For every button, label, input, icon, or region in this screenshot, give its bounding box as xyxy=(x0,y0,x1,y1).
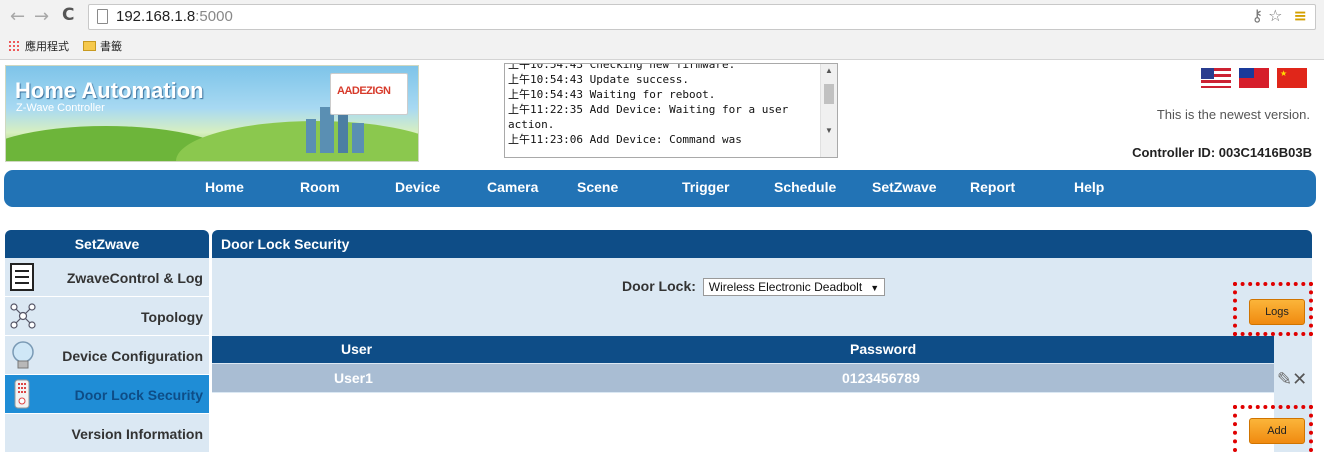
bookmark-folder-label: 書籤 xyxy=(100,41,122,53)
table-header: User Password xyxy=(212,336,1274,363)
table-footer-area xyxy=(212,393,1274,452)
forward-icon[interactable]: → xyxy=(34,6,49,27)
app-subtitle: Z-Wave Controller xyxy=(16,102,105,114)
main-nav: Home Room Device Camera Scene Trigger Sc… xyxy=(4,170,1316,207)
table-row[interactable]: User1 0123456789 xyxy=(212,364,1274,392)
nav-device[interactable]: Device xyxy=(395,179,440,195)
company-logo: AADEZIGN xyxy=(330,73,408,115)
star-icon[interactable]: ☆ xyxy=(1268,6,1282,25)
logo-text: AADEZIGN xyxy=(337,85,391,97)
us-flag-icon[interactable] xyxy=(1201,68,1231,88)
omnibox-icons: ⚷ ☆ ≡ xyxy=(1251,6,1307,25)
bookmark-apps[interactable]: 應用程式 xyxy=(8,38,69,54)
add-button[interactable]: Add xyxy=(1249,418,1305,444)
logs-button[interactable]: Logs xyxy=(1249,299,1305,325)
panel-title: Door Lock Security xyxy=(212,230,1312,258)
nav-help[interactable]: Help xyxy=(1074,179,1104,195)
bulb-icon xyxy=(12,341,34,369)
folder-icon xyxy=(83,41,96,51)
nav-report[interactable]: Report xyxy=(970,179,1015,195)
controller-id: Controller ID: 003C1416B03B xyxy=(1132,145,1312,160)
sidebar-item-label: Topology xyxy=(141,309,203,325)
cell-password: 0123456789 xyxy=(842,370,920,386)
sidebar-item-device-configuration[interactable]: Device Configuration xyxy=(5,336,209,375)
reload-icon[interactable]: C xyxy=(62,5,74,25)
app-title: Home Automation xyxy=(15,78,204,103)
sidebar-item-label: Device Configuration xyxy=(62,348,203,364)
cell-user: User1 xyxy=(334,370,373,386)
column-header-password: Password xyxy=(850,341,917,357)
sidebar-item-label: Door Lock Security xyxy=(74,387,203,403)
browser-toolbar: ← → C 192.168.1.8:5000 ⚷ ☆ ≡ 應用程式 書籤 xyxy=(0,0,1324,60)
bookmarks-bar: 應用程式 書籤 xyxy=(8,38,122,54)
header-banner: Home Automation Z-Wave Controller AADEZI… xyxy=(5,65,419,162)
door-lock-label: Door Lock: xyxy=(622,278,696,294)
banner-building xyxy=(306,119,316,153)
nav-scene[interactable]: Scene xyxy=(577,179,618,195)
scroll-thumb[interactable] xyxy=(824,84,834,104)
version-status: This is the newest version. xyxy=(1156,107,1310,122)
sidebar-title: SetZwave xyxy=(5,230,209,258)
door-lock-panel: Door Lock Security Door Lock: Wireless E… xyxy=(212,230,1313,452)
sidebar-item-label: ZwaveControl & Log xyxy=(66,270,203,286)
door-lock-value: Wireless Electronic Deadbolt xyxy=(708,280,863,294)
door-lock-row: Door Lock: Wireless Electronic Deadbolt ▼ xyxy=(622,278,886,296)
page-icon xyxy=(97,9,108,24)
list-icon xyxy=(10,263,34,291)
scroll-up-icon[interactable]: ▲ xyxy=(825,66,833,75)
sidebar-item-zwavecontrol[interactable]: ZwaveControl & Log xyxy=(5,258,209,297)
edit-pencil-icon[interactable]: ✎ xyxy=(1277,369,1292,390)
key-icon[interactable]: ⚷ xyxy=(1251,6,1263,25)
log-scrollbar[interactable]: ▲ ▼ xyxy=(820,64,837,157)
url-host: 192.168.1.8 xyxy=(116,8,196,25)
nav-room[interactable]: Room xyxy=(300,179,340,195)
row-actions: ✎✕ xyxy=(1277,369,1307,390)
banner-building xyxy=(338,115,348,153)
column-header-user: User xyxy=(341,341,373,357)
log-text: 上午10:54:43 Checking new firmware. 上午10:5… xyxy=(508,63,789,146)
apps-icon xyxy=(8,40,20,52)
url-port: :5000 xyxy=(195,8,233,25)
sidebar: SetZwave ZwaveControl & Log Topology Dev… xyxy=(5,230,209,453)
banner-hill xyxy=(176,121,418,161)
nav-trigger[interactable]: Trigger xyxy=(682,179,729,195)
sidebar-item-topology[interactable]: Topology xyxy=(5,297,209,336)
nav-home[interactable]: Home xyxy=(205,179,244,195)
bookmark-folder[interactable]: 書籤 xyxy=(83,38,122,54)
dropdown-arrow-icon: ▼ xyxy=(870,283,880,293)
network-icon xyxy=(10,303,36,329)
cn-flag-icon[interactable] xyxy=(1277,68,1307,88)
remote-icon xyxy=(14,379,30,409)
nav-schedule[interactable]: Schedule xyxy=(774,179,836,195)
tw-flag-icon[interactable] xyxy=(1239,68,1269,88)
sidebar-item-door-lock-security[interactable]: Door Lock Security xyxy=(5,375,209,414)
scroll-down-icon[interactable]: ▼ xyxy=(825,126,833,135)
banner-building xyxy=(352,123,364,153)
door-lock-select[interactable]: Wireless Electronic Deadbolt ▼ xyxy=(702,278,886,296)
sidebar-item-version-information[interactable]: Version Information xyxy=(5,414,209,453)
nav-camera[interactable]: Camera xyxy=(487,179,538,195)
back-icon[interactable]: ← xyxy=(10,6,25,27)
language-flags xyxy=(1201,68,1307,88)
menu-icon[interactable]: ≡ xyxy=(1294,6,1307,25)
nav-setzwave[interactable]: SetZwave xyxy=(872,179,937,195)
delete-icon[interactable]: ✕ xyxy=(1292,369,1307,390)
sidebar-item-label: Version Information xyxy=(71,426,203,442)
log-textarea[interactable]: 上午10:54:43 Checking new firmware. 上午10:5… xyxy=(504,63,838,158)
url-text: 192.168.1.8:5000 xyxy=(116,8,233,25)
bookmark-apps-label: 應用程式 xyxy=(25,41,69,53)
address-bar[interactable]: 192.168.1.8:5000 ⚷ ☆ ≡ xyxy=(88,4,1316,30)
